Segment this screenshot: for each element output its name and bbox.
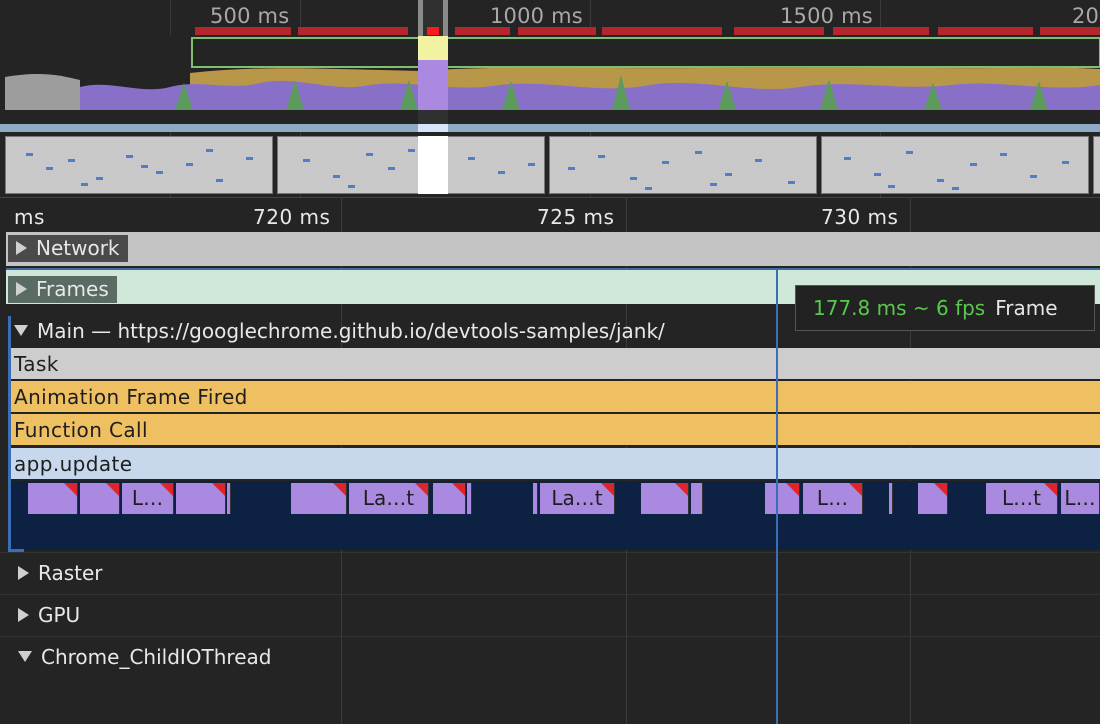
flame-layout-block[interactable] [80,483,120,514]
gpu-track-label: GPU [38,603,81,627]
overview-tick-1000: 1000 ms [490,4,583,28]
flame-layout-block[interactable]: L… [803,483,863,514]
screenshot-thumbnail[interactable] [5,136,273,194]
raster-track-label: Raster [38,561,103,585]
frames-track-label: Frames [36,277,109,301]
child-io-thread-label: Chrome_ChildIOThread [41,645,272,669]
tooltip-fps: 177.8 ms ~ 6 fps [813,296,986,320]
timeline-overview[interactable]: 500 ms 1000 ms 1500 ms 20 [0,0,1100,197]
ruler-label: 725 ms [537,205,615,229]
expand-arrow-icon [18,607,29,622]
selection-right-handle[interactable] [443,0,448,36]
collapse-arrow-icon [18,651,32,662]
overview-tick-1500: 1500 ms [780,4,873,28]
flame-layout-block[interactable] [28,483,78,514]
frame-tooltip: 177.8 ms ~ 6 fps Frame [795,285,1095,331]
expand-arrow-icon [18,565,29,580]
overview-tick-500: 500 ms [210,4,290,28]
screenshot-thumbnail[interactable] [821,136,1089,194]
time-ruler: ms 720 ms 725 ms 730 ms [0,197,1100,233]
network-track[interactable] [6,232,1100,266]
flame-layout-block[interactable] [765,483,800,514]
flame-app-update[interactable]: app.update [8,448,1100,480]
cpu-activity-chart [0,35,1100,125]
flame-layout-block[interactable] [176,483,226,514]
expand-arrow-icon [16,240,27,255]
collapse-arrow-icon [14,325,28,336]
screenshot-thumbnail[interactable] [1093,136,1100,194]
overview-selection-window[interactable] [418,0,448,197]
flame-layout-block[interactable]: L…t [986,483,1058,514]
gpu-track-header[interactable]: GPU [18,603,80,627]
flame-function-call[interactable]: Function Call [8,414,1100,446]
ruler-label: ms [14,205,45,229]
screenshot-thumbnail[interactable] [549,136,817,194]
child-io-thread-track-header[interactable]: Chrome_ChildIOThread [18,645,271,669]
network-track-label: Network [36,236,120,260]
flame-layout-block[interactable] [467,483,472,514]
flame-layout-block[interactable] [433,483,466,514]
ruler-label: 720 ms [253,205,331,229]
flame-layout-block[interactable]: La…t [349,483,429,514]
network-track-header[interactable]: Network [8,235,128,262]
flame-layout-block[interactable] [691,483,703,514]
flame-layout-block[interactable] [291,483,347,514]
flame-layout-block[interactable]: L… [1061,483,1100,514]
flame-layout-block[interactable]: La…t [540,483,615,514]
flame-layout-block[interactable] [918,483,948,514]
raster-track-header[interactable]: Raster [18,561,103,585]
network-overview-strip [0,124,1100,132]
ruler-label: 730 ms [821,205,899,229]
flame-layout-block[interactable] [533,483,538,514]
flame-layout-block[interactable] [641,483,689,514]
main-track-label: Main — https://googlechrome.github.io/de… [37,319,665,343]
flame-animation-frame-fired[interactable]: Animation Frame Fired [8,381,1100,413]
main-track-bracket [8,316,11,552]
tooltip-kind: Frame [995,296,1058,320]
time-cursor-line [776,268,778,724]
flame-layout-block[interactable] [889,483,893,514]
flame-layout-block[interactable] [227,483,231,514]
flame-layout-block[interactable]: L… [122,483,174,514]
overview-tick-2000: 20 [1072,4,1100,28]
screenshot-thumbnail[interactable] [277,136,545,194]
flame-task[interactable]: Task [8,348,1100,380]
selection-left-handle[interactable] [418,0,423,36]
frames-track-header[interactable]: Frames [8,276,117,303]
expand-arrow-icon [16,281,27,296]
